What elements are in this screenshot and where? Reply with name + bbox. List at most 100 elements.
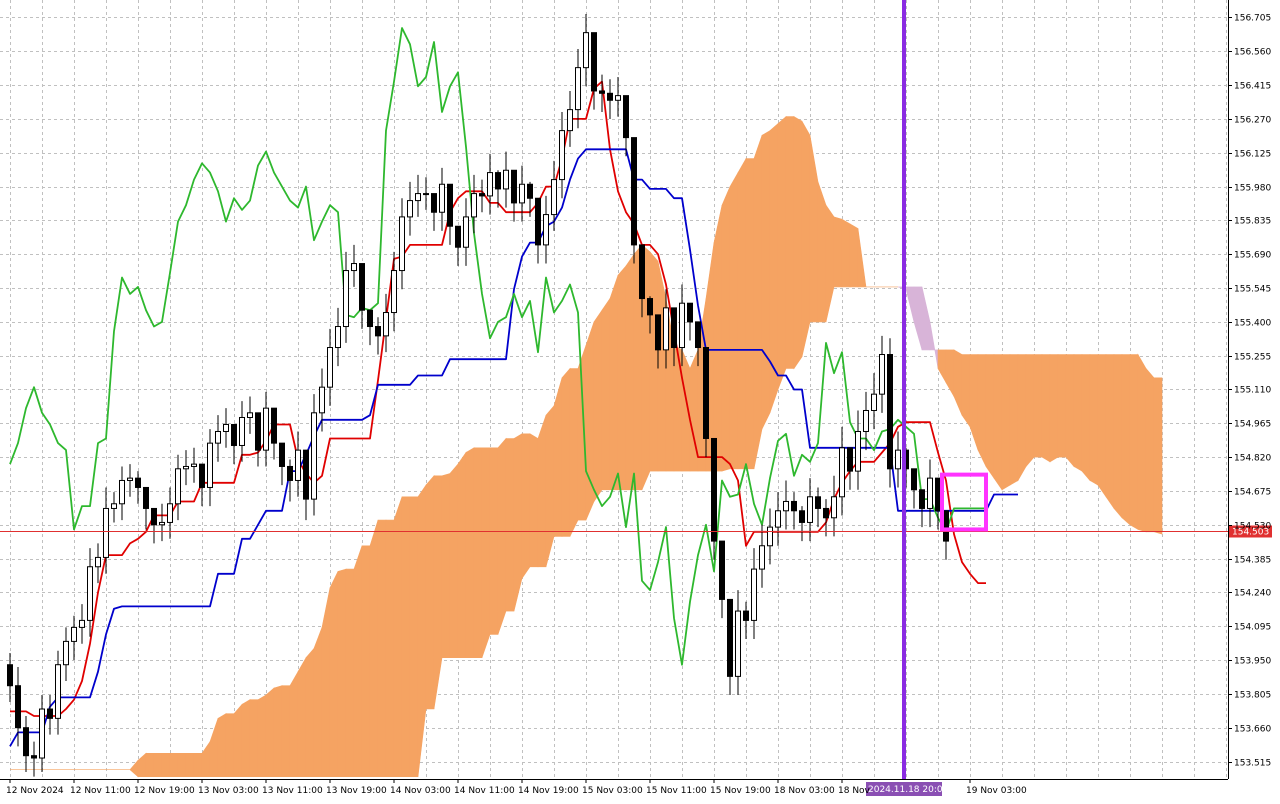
candle-bearish (623, 95, 629, 139)
candle-bullish (775, 510, 781, 528)
x-tick-label: 14 Nov 03:00 (390, 786, 451, 796)
candle-bullish (519, 183, 525, 204)
candle-bullish (119, 479, 125, 505)
cloud-segment-bullish (1145, 367, 1155, 533)
cloud-segment-bullish (153, 752, 163, 778)
cloud-segment-bullish (1113, 354, 1123, 519)
candle-bearish (287, 465, 293, 481)
candle-bullish (295, 449, 301, 481)
cloud-segment-bullish (737, 157, 747, 470)
candle-bullish (663, 307, 669, 351)
y-tick-label: 153.950 (1234, 657, 1271, 667)
cloud-segment-bullish (481, 447, 491, 658)
cloud-segment-bullish (177, 752, 187, 778)
cloud-segment-bullish (729, 171, 739, 470)
y-tick-label: 155.690 (1234, 251, 1271, 261)
cloud-segment-bullish (1041, 354, 1051, 463)
cloud-segment-bullish (849, 223, 859, 288)
cloud-segment-bullish (1137, 353, 1147, 533)
cloud-segment-bullish (441, 473, 451, 659)
candle-bullish (407, 200, 413, 218)
cloud-segment-bullish (601, 297, 611, 491)
candle-bullish (343, 270, 349, 328)
cloud-segment-bullish (313, 627, 323, 778)
ichimoku-chart: 154.503 2024.11.18 20:00 156.705 156.560 15… (0, 0, 1280, 800)
candle-bullish (839, 447, 845, 498)
y-tick-label: 155.835 (1234, 217, 1271, 227)
candle-bullish (175, 468, 181, 505)
candle-bullish (415, 193, 421, 202)
candle-bullish (167, 503, 173, 523)
cloud-segment-bullish (609, 275, 619, 491)
cloud-segment-bullish (521, 433, 531, 580)
cloud-segment-bullish (457, 451, 467, 659)
candle-bullish (543, 214, 549, 246)
y-tick-label: 154.530 (1234, 522, 1271, 532)
candle-bearish (655, 314, 661, 351)
cloud-segment-bullish (745, 158, 755, 470)
candle-bearish (511, 169, 517, 204)
candle-bullish (487, 172, 493, 197)
candle-bullish (55, 664, 61, 719)
candle-bearish (703, 347, 709, 439)
candle-bullish (463, 216, 469, 248)
cloud-segment-bullish (249, 699, 259, 778)
cloud-segment-bullish (345, 568, 355, 778)
candle-bullish (39, 708, 45, 759)
candle-bearish (631, 137, 637, 246)
candle-bullish (247, 412, 253, 418)
cloud-segment-bullish (361, 545, 371, 778)
candle-bullish (223, 423, 229, 432)
candle-bullish (831, 496, 837, 519)
candle-bullish (207, 442, 213, 488)
cloud-segment-bullish (225, 713, 235, 778)
cloud-segment-bullish (497, 437, 507, 635)
candle-bearish (23, 727, 29, 757)
candle-bullish (927, 477, 933, 509)
candle-bullish (807, 496, 813, 523)
cloud-segment-bullish (505, 438, 515, 612)
x-tick-label: 13 Nov 03:00 (198, 786, 259, 796)
cloud-segment-bullish (289, 670, 299, 778)
candle-bearish (271, 407, 277, 444)
cloud-segment-bullish (473, 447, 483, 659)
cloud-segment-bullish (617, 265, 627, 491)
y-tick-label: 154.240 (1234, 589, 1271, 599)
candle-bearish (887, 354, 893, 470)
cloud-segment-bullish (1097, 354, 1107, 498)
candle-bearish (591, 32, 597, 92)
candle-bullish (783, 500, 789, 512)
candle-bearish (455, 225, 461, 248)
candle-bearish (431, 193, 437, 213)
cloud-segment-bullish (353, 545, 363, 778)
candle-bullish (311, 412, 317, 500)
cloud-segment-bullish (673, 344, 683, 472)
candle-bearish (815, 496, 821, 509)
candle-bullish (127, 477, 133, 481)
candle-bearish (919, 489, 925, 509)
candle-bullish (87, 566, 93, 621)
candle-bearish (823, 507, 829, 519)
cloud-segment-bullish (817, 181, 827, 323)
candle-bearish (719, 540, 725, 600)
cloud-segment-bullish (489, 447, 499, 635)
cloud-segment-bullish (961, 354, 971, 428)
cloud-segment-bullish (801, 120, 811, 357)
cloud-segment-bullish (785, 116, 795, 369)
x-tick-label: 15 Nov 03:00 (582, 786, 643, 796)
candle-bearish (535, 197, 541, 246)
y-tick-label: 154.675 (1234, 488, 1271, 498)
x-tick-label: 12 Nov 2024 (6, 786, 64, 796)
cloud-segment-bullish (193, 752, 203, 778)
cloud-segment-bullish (369, 520, 379, 778)
candle-bearish (743, 610, 749, 621)
candle-bearish (303, 449, 309, 500)
candle-bearish (479, 193, 485, 197)
candle-bearish (255, 412, 261, 451)
cloud-segment-bullish (273, 685, 283, 778)
candle-bearish (199, 463, 205, 488)
cloud-segment-bullish (721, 186, 731, 472)
cloud-segment-bullish (993, 354, 1003, 491)
y-tick-label: 154.965 (1234, 420, 1271, 430)
x-tick-label: 14 Nov 19:00 (518, 786, 579, 796)
